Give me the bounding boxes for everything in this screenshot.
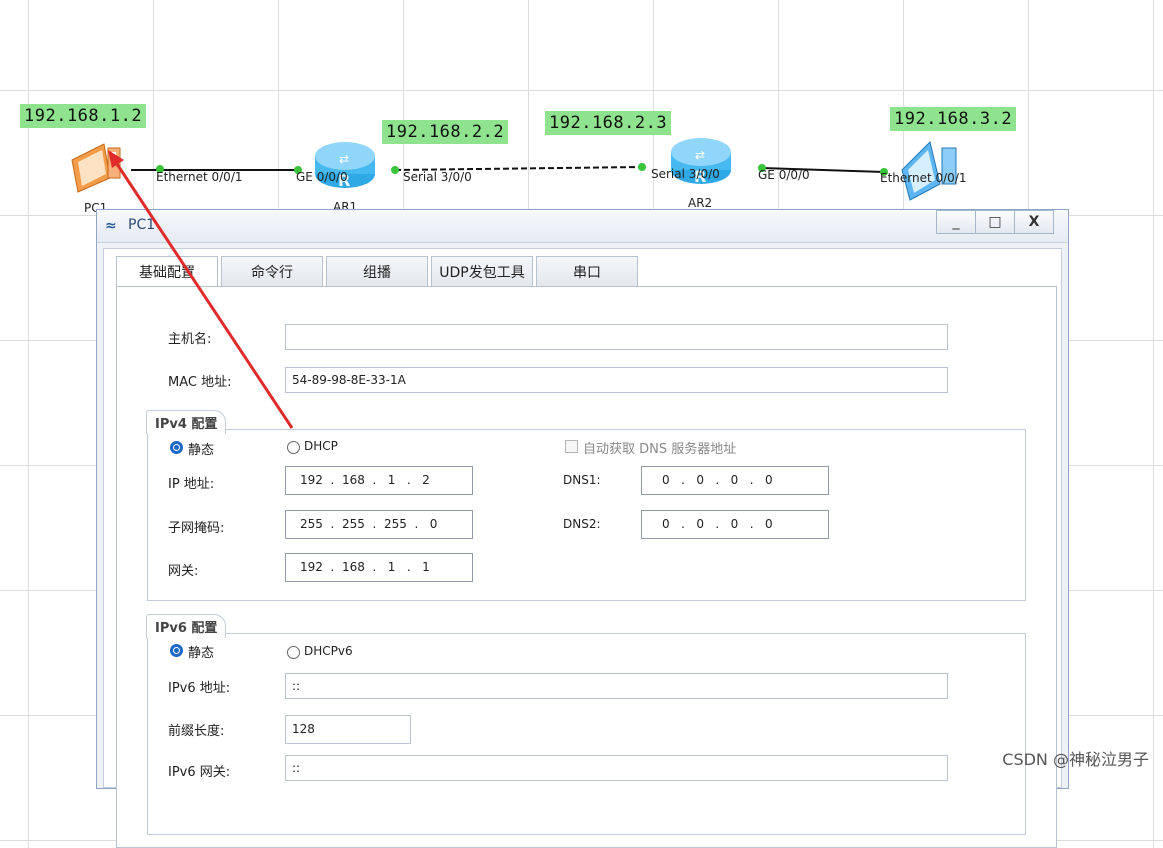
- prefix-length-label: 前缀长度:: [168, 724, 225, 739]
- ipv6-group: [147, 633, 1026, 835]
- ip-address-input[interactable]: 192 . 168 . 1 . 2: [285, 466, 473, 495]
- auto-dns-checkbox[interactable]: [565, 440, 578, 453]
- ipv6-gateway-input[interactable]: ::: [285, 755, 948, 781]
- hostname-label: 主机名:: [168, 332, 212, 347]
- gateway-label: 网关:: [168, 564, 199, 579]
- auto-dns-label: 自动获取 DNS 服务器地址: [583, 442, 737, 457]
- iface-label-pc1: Ethernet 0/0/1: [156, 170, 243, 184]
- close-button[interactable]: X: [1014, 210, 1054, 234]
- ip-tag-pc2: 192.168.3.2: [890, 107, 1017, 131]
- tab-basic-config[interactable]: 基础配置: [116, 256, 218, 287]
- hostname-input[interactable]: [285, 324, 948, 350]
- ipv4-static-radio[interactable]: [170, 441, 183, 454]
- iface-label-ar1-serial: Serial 3/0/0: [403, 170, 472, 184]
- pc1-device[interactable]: [64, 140, 132, 200]
- tab-bar: 基础配置 命令行 组播 UDP发包工具 串口: [116, 256, 641, 287]
- iface-label-ar1-ge: GE 0/0/0: [296, 170, 348, 184]
- ipv4-dhcp-radio[interactable]: [287, 441, 300, 454]
- ipv6-static-label: 静态: [188, 646, 215, 661]
- ipv6-address-input[interactable]: ::: [285, 673, 948, 699]
- tab-serial[interactable]: 串口: [536, 256, 638, 286]
- mac-label: MAC 地址:: [168, 375, 232, 390]
- ar2-device[interactable]: ⇄ R: [670, 134, 734, 190]
- ip-tag-ar2: 192.168.2.3: [545, 111, 672, 135]
- dns2-label: DNS2:: [563, 517, 601, 531]
- ar1-device[interactable]: ⇄ R: [314, 138, 378, 194]
- iface-label-ar2-serial: Serial 3/0/0: [651, 167, 720, 181]
- tab-udp-tool[interactable]: UDP发包工具: [431, 256, 533, 286]
- iface-label-pc2: Ethernet 0/0/1: [880, 171, 967, 185]
- maximize-button[interactable]: □: [975, 210, 1015, 234]
- dns1-label: DNS1:: [563, 473, 601, 487]
- tab-command-line[interactable]: 命令行: [221, 256, 323, 286]
- tab-multicast[interactable]: 组播: [326, 256, 428, 286]
- subnet-mask-label: 子网掩码:: [168, 521, 225, 536]
- window-title: PC1: [128, 217, 156, 233]
- dns2-input[interactable]: 0 . 0 . 0 . 0: [641, 510, 829, 539]
- basic-config-panel: 主机名: MAC 地址: 54-89-98-8E-33-1A IPv4 配置 静…: [116, 286, 1057, 848]
- ipv6-dhcpv6-label: DHCPv6: [304, 644, 353, 658]
- window-content: 基础配置 命令行 组播 UDP发包工具 串口 主机名: MAC 地址: 54-8…: [103, 248, 1062, 848]
- pc1-config-window: ≈ PC1 _ □ X 基础配置 命令行 组播 UDP发包工具 串口 主机名: …: [96, 209, 1069, 848]
- minimize-button[interactable]: _: [936, 210, 976, 234]
- ip-address-label: IP 地址:: [168, 477, 215, 492]
- ip-tag-ar1: 192.168.2.2: [382, 120, 509, 144]
- mac-input[interactable]: 54-89-98-8E-33-1A: [285, 367, 948, 393]
- device-label-ar2: AR2: [688, 196, 713, 210]
- watermark: CSDN @神秘泣男子: [1002, 750, 1149, 769]
- router-icon: ⇄ R: [315, 142, 375, 190]
- svg-text:⇄: ⇄: [695, 148, 705, 162]
- ipv4-dhcp-label: DHCP: [304, 439, 338, 453]
- window-titlebar[interactable]: ≈ PC1 _ □ X: [97, 210, 1068, 243]
- ipv6-dhcpv6-radio[interactable]: [287, 646, 300, 659]
- pc-window-icon: ≈: [105, 218, 117, 234]
- ipv6-gateway-label: IPv6 网关:: [168, 765, 231, 780]
- pc-icon: [71, 143, 121, 193]
- ipv4-static-label: 静态: [188, 443, 215, 458]
- ipv6-address-label: IPv6 地址:: [168, 681, 231, 696]
- ipv6-static-radio[interactable]: [170, 644, 183, 657]
- gateway-input[interactable]: 192 . 168 . 1 . 1: [285, 553, 473, 582]
- router-icon: ⇄ R: [671, 138, 731, 186]
- ipv4-group-title: IPv4 配置: [146, 410, 227, 434]
- svg-text:⇄: ⇄: [339, 152, 349, 166]
- iface-label-ar2-ge: GE 0/0/0: [758, 168, 810, 182]
- ip-tag-pc1: 192.168.1.2: [20, 104, 147, 128]
- subnet-mask-input[interactable]: 255 . 255 . 255 . 0: [285, 510, 473, 539]
- ipv6-group-title: IPv6 配置: [146, 614, 227, 638]
- dns1-input[interactable]: 0 . 0 . 0 . 0: [641, 466, 829, 495]
- prefix-length-input[interactable]: 128: [285, 715, 411, 744]
